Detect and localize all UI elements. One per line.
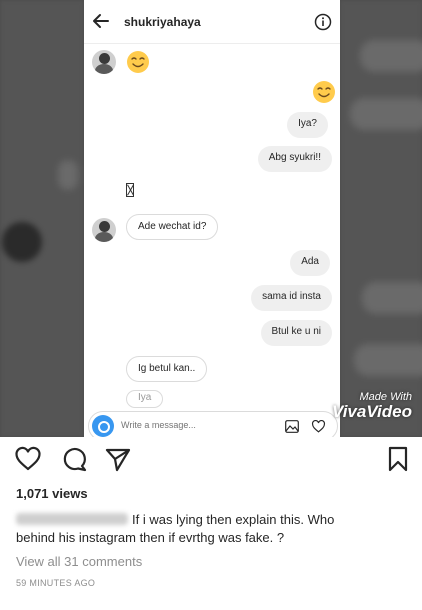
chat-screen: shukriyahaya Iya? Abg syukri!! Ade wecha… [84, 0, 340, 437]
blurred-shape [58, 160, 78, 190]
blurred-background-left [0, 0, 84, 437]
blurred-background-right [340, 0, 422, 437]
comment-icon[interactable] [60, 445, 88, 473]
sent-message[interactable]: Btul ke u ni [260, 320, 332, 346]
bookmark-icon[interactable] [384, 445, 412, 473]
caption-continued: behind his instagram then if evrthg was … [16, 530, 284, 545]
blurred-avatar [2, 222, 42, 262]
heart-icon[interactable] [311, 420, 326, 433]
camera-icon[interactable] [92, 415, 114, 437]
caption-text-line1: If i was lying then explain this. Who [132, 512, 335, 527]
received-message-partial[interactable]: Iya [126, 390, 164, 408]
share-icon[interactable] [104, 445, 132, 473]
watermark-logo-text: VivaVideo [332, 402, 412, 421]
sent-message[interactable]: Iya? [287, 112, 328, 138]
gallery-icon[interactable] [285, 420, 299, 433]
chat-header: shukriyahaya [84, 0, 340, 44]
info-icon[interactable] [314, 13, 332, 31]
chat-username[interactable]: shukriyahaya [124, 15, 201, 29]
blurred-username[interactable] [16, 513, 128, 525]
sent-message[interactable]: sama id insta [251, 285, 332, 311]
received-message[interactable]: Ade wechat id? [126, 214, 219, 240]
post-timestamp: 59 MINUTES AGO [16, 578, 96, 588]
contact-avatar[interactable] [92, 218, 116, 242]
heart-icon[interactable] [14, 445, 42, 473]
smiley-emoji [313, 81, 335, 103]
sent-message[interactable]: Abg syukri!! [257, 146, 332, 172]
app-watermark: Made With VivaVideo [332, 391, 412, 421]
sent-message[interactable]: Ada [290, 250, 330, 276]
caption-text-line2: behind his instagram then if evrthg was … [16, 530, 285, 545]
blurred-bubble [350, 98, 422, 130]
back-arrow-icon[interactable] [92, 12, 110, 30]
blurred-bubble [362, 282, 422, 314]
received-message[interactable]: Ig betul kan.. [126, 356, 208, 382]
unsupported-glyph [126, 183, 134, 197]
view-all-comments-link[interactable]: View all 31 comments [16, 554, 142, 569]
message-input[interactable] [121, 420, 271, 430]
blurred-bubble [360, 40, 422, 72]
message-composer [88, 411, 338, 437]
video-player[interactable]: shukriyahaya Iya? Abg syukri!! Ade wecha… [0, 0, 422, 437]
smiley-emoji [127, 51, 149, 73]
view-count[interactable]: 1,071 views [16, 486, 88, 501]
caption: If i was lying then explain this. Who [16, 512, 334, 527]
blurred-bubble [354, 344, 422, 376]
contact-avatar[interactable] [92, 50, 116, 74]
